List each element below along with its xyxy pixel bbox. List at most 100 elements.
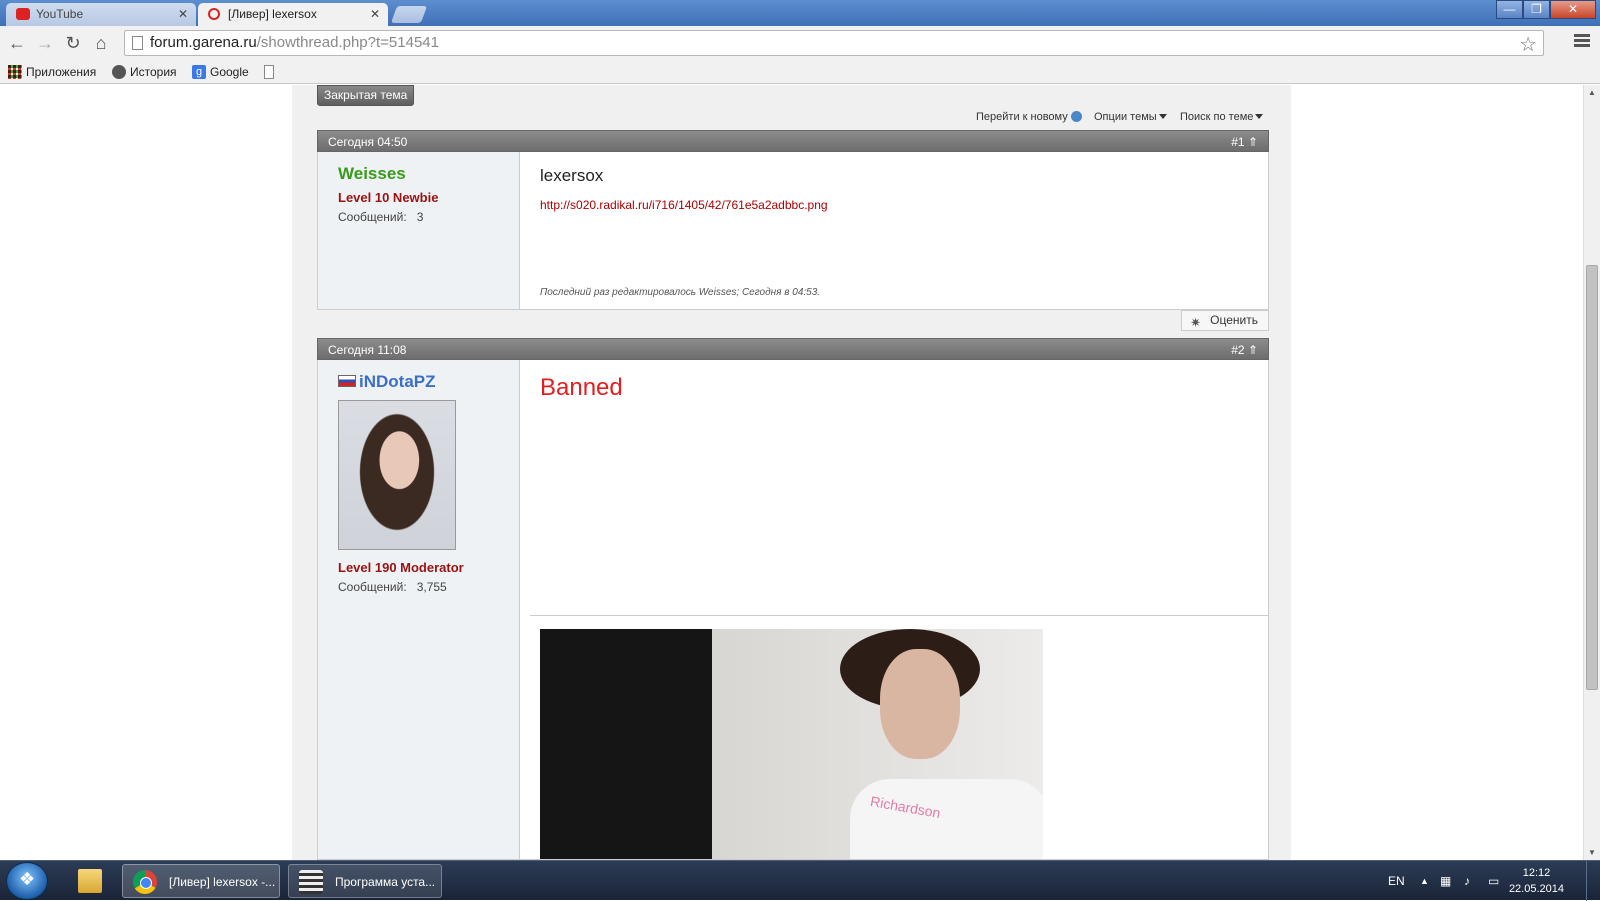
dropdown-caret-icon (1158, 114, 1167, 119)
bookmark-star-icon[interactable]: ☆ (1519, 32, 1537, 57)
post-content: Banned (530, 360, 1268, 416)
maximize-button[interactable]: ❐ (1523, 0, 1550, 19)
post-date: Сегодня 04:50 (328, 135, 408, 149)
user-post-count: Сообщений: 3 (338, 210, 499, 224)
post-title-banned: Banned (540, 374, 623, 401)
reload-icon[interactable]: ↻ (62, 32, 84, 54)
page-icon (132, 36, 143, 50)
signature-image: Richardson (540, 629, 1043, 859)
photo-shirt (850, 779, 1043, 859)
new-tab-button[interactable] (390, 6, 428, 23)
user-info: Weisses Level 10 Newbie Сообщений: 3 (318, 152, 520, 309)
window-controls: — ❐ ✕ (1496, 0, 1596, 19)
apps-grid-icon (8, 65, 22, 79)
bookmark-blank-page[interactable] (262, 63, 274, 81)
tray-monitor-icon[interactable]: ▭ (1488, 861, 1499, 901)
tab-youtube[interactable]: YouTube ✕ (6, 3, 196, 26)
post-number-link[interactable]: #2 ⇑ (1231, 339, 1258, 361)
rate-star-icon: ✷ (1190, 315, 1202, 330)
forward-arrow-icon[interactable]: → (34, 32, 56, 54)
taskbar-installer[interactable]: Программа уста... (288, 864, 442, 898)
go-new-label: Перейти к новому (976, 111, 1068, 123)
clock-date: 22.05.2014 (1508, 883, 1564, 895)
bookmark-label: Приложения (26, 65, 97, 79)
start-button[interactable] (6, 862, 48, 900)
go-to-new-link[interactable]: Перейти к новому (976, 111, 1082, 123)
close-tab-icon[interactable]: ✕ (178, 3, 188, 25)
tray-network-icon[interactable]: ▦ (1440, 861, 1451, 901)
home-icon[interactable]: ⌂ (90, 32, 112, 54)
post-count-label: Сообщений: (338, 580, 407, 594)
post-image-link[interactable]: http://s020.radikal.ru/i716/1405/42/761e… (540, 198, 1258, 212)
menu-hamburger-icon[interactable] (1574, 34, 1590, 50)
post-header: Сегодня 11:08 #2 ⇑ (317, 338, 1269, 360)
tab-label: [Ливер] lexersox (228, 7, 317, 21)
close-tab-icon[interactable]: ✕ (370, 3, 380, 25)
bookmark-label: История (130, 65, 177, 79)
tab-forum[interactable]: [Ливер] lexersox ✕ (198, 3, 388, 26)
thread-options-menu[interactable]: Опции темы (1094, 111, 1167, 123)
user-info: iNDotaPZ Level 190 Moderator Сообщений: … (318, 360, 520, 859)
youtube-icon (16, 8, 30, 20)
username-link[interactable]: Weisses (338, 164, 499, 184)
garena-icon (208, 8, 220, 20)
tray-volume-icon[interactable]: ♪ (1464, 861, 1470, 901)
clock-time: 12:12 (1522, 867, 1551, 879)
username-link[interactable]: iNDotaPZ (338, 372, 499, 392)
user-post-count: Сообщений: 3,755 (338, 580, 499, 594)
url-host: forum.garena.ru (150, 34, 257, 51)
post-content: lexersox http://s020.radikal.ru/i716/140… (530, 152, 1268, 310)
back-arrow-icon[interactable]: ← (6, 32, 28, 54)
browser-toolbar: ← → ↻ ⌂ forum.garena.ru/showthread.php?t… (0, 26, 1600, 60)
signature-divider (530, 615, 1268, 616)
post-count-value: 3 (416, 210, 424, 224)
language-indicator[interactable]: EN (1388, 861, 1405, 901)
post-count-value: 3,755 (416, 580, 447, 594)
show-desktop-button[interactable] (1586, 861, 1600, 901)
post-count-label: Сообщений: (338, 210, 407, 224)
scroll-down-icon[interactable]: ▼ (1588, 848, 1596, 857)
folder-icon (78, 869, 102, 893)
chrome-icon (133, 870, 157, 894)
rate-button[interactable]: ✷ Оценить (1181, 310, 1269, 331)
user-level: Level 10 Newbie (338, 190, 439, 205)
taskbar-chrome[interactable]: [Ливер] lexersox -... (122, 864, 280, 898)
closed-thread-button[interactable]: Закрытая тема (317, 85, 415, 106)
user-avatar[interactable] (338, 400, 456, 550)
blank-page-icon (264, 65, 274, 79)
google-icon: g (192, 65, 206, 79)
bookmark-apps[interactable]: Приложения (6, 63, 96, 81)
browser-tabstrip: YouTube ✕ [Ливер] lexersox ✕ — ❐ ✕ (0, 0, 1600, 26)
taskbar-explorer[interactable] (68, 864, 118, 898)
post-2: Сегодня 11:08 #2 ⇑ iNDotaPZ Level 190 Mo… (317, 338, 1269, 860)
url-path: /showthread.php?t=514541 (256, 34, 439, 51)
bookmark-label: Google (210, 65, 249, 79)
post-number-link[interactable]: #1 ⇑ (1231, 131, 1258, 153)
close-window-button[interactable]: ✕ (1550, 0, 1596, 19)
scroll-up-icon[interactable]: ▲ (1588, 88, 1596, 97)
search-label: Поиск по теме (1180, 111, 1254, 123)
bookmark-history[interactable]: История (110, 63, 177, 81)
history-clock-icon (112, 65, 126, 79)
russia-flag-icon (338, 375, 356, 387)
minimize-button[interactable]: — (1496, 0, 1523, 19)
taskbar-clock[interactable]: 12:12 22.05.2014 (1509, 865, 1564, 897)
post-body: iNDotaPZ Level 190 Moderator Сообщений: … (317, 360, 1269, 860)
thread-search-menu[interactable]: Поиск по теме (1180, 111, 1264, 123)
address-bar[interactable]: forum.garena.ru/showthread.php?t=514541 … (124, 30, 1544, 56)
options-label: Опции темы (1094, 111, 1157, 123)
tray-expand-icon[interactable]: ▲ (1420, 861, 1429, 901)
installer-icon (299, 870, 323, 894)
page-scrollbar[interactable]: ▲ ▼ (1583, 85, 1600, 860)
url-text: forum.garena.ru/showthread.php?t=514541 (150, 34, 439, 52)
post-edited-note: Последний раз редактировалось Weisses; С… (540, 287, 821, 298)
post-1: Сегодня 04:50 #1 ⇑ Weisses Level 10 Newb… (317, 130, 1269, 332)
post-header: Сегодня 04:50 #1 ⇑ (317, 130, 1269, 152)
dropdown-caret-icon (1255, 114, 1264, 119)
user-level: Level 190 Moderator (338, 560, 464, 575)
scrollbar-thumb[interactable] (1586, 265, 1598, 690)
page-viewport: Закрытая тема Перейти к новому Опции тем… (0, 85, 1583, 860)
post-date: Сегодня 11:08 (328, 343, 407, 357)
bookmarks-bar: Приложения История g Google (0, 60, 1600, 84)
bookmark-google[interactable]: g Google (190, 63, 249, 81)
